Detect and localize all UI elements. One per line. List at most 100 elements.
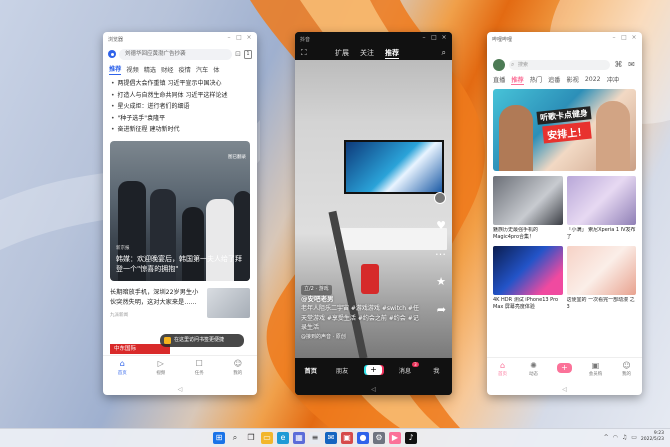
tab-count-icon[interactable]: 1 bbox=[244, 49, 252, 59]
tab-create[interactable]: + bbox=[358, 365, 389, 375]
bookmark-toast[interactable]: 在这里访问书签更便捷 bbox=[160, 334, 244, 347]
maximize-icon[interactable]: □ bbox=[431, 35, 437, 41]
chevron-up-icon[interactable]: ^ bbox=[604, 434, 609, 441]
game-icon[interactable]: ⌘ bbox=[614, 60, 623, 69]
mail-icon[interactable]: ✉ bbox=[627, 60, 636, 69]
tab-finance[interactable]: 财经 bbox=[161, 65, 173, 74]
news-app-window[interactable]: 浏览器 – □ × 刘德华回应黄渤广告抄袭 ⊡ 1 推荐 视频 精选 财经 疫情… bbox=[103, 32, 257, 395]
news-search-row: 刘德华回应黄渤广告抄袭 ⊡ 1 bbox=[103, 46, 257, 62]
bili-search-input[interactable]: 搜索 bbox=[509, 59, 610, 70]
bili-window-titlebar[interactable]: 哔哩哔哩 – □ × bbox=[487, 32, 642, 46]
battery-icon[interactable]: ▭ bbox=[631, 434, 637, 441]
back-nav-icon[interactable]: ◁ bbox=[295, 383, 452, 395]
tab-me[interactable]: ☺ 我的 bbox=[219, 356, 258, 381]
settings-icon[interactable]: ⚙ bbox=[373, 432, 385, 444]
tiktok-icon[interactable]: ♪ bbox=[405, 432, 417, 444]
tab-sports[interactable]: 体 bbox=[213, 65, 219, 74]
tab-friends[interactable]: 朋友 bbox=[326, 366, 357, 375]
video-card[interactable]: 这便宜的 一次看完一部动漫 之3 bbox=[566, 246, 636, 311]
bili-app-window[interactable]: 哔哩哔哩 – □ × 搜索 ⌘ ✉ 直播 推荐 热门 追番 影视 2022 冲冲… bbox=[487, 32, 642, 395]
start-menu-icon[interactable]: ⊞ bbox=[213, 432, 225, 444]
hero-news-card[interactable]: 图已翻录 新京报 韩媒：欢迎晚宴后，韩国第一夫人给了拜登一个"惊喜的拥抱" bbox=[110, 140, 250, 281]
back-nav-icon[interactable]: ◁ bbox=[103, 383, 257, 395]
tab-video[interactable]: 视频 bbox=[126, 65, 138, 74]
close-icon[interactable]: × bbox=[246, 35, 252, 41]
promo-banner[interactable]: 听歌卡点健身 安排上！ bbox=[493, 89, 636, 171]
tab-shop[interactable]: ▣ 会员购 bbox=[580, 358, 611, 381]
tab-auto[interactable]: 汽车 bbox=[196, 65, 208, 74]
tab-create[interactable]: + bbox=[549, 358, 580, 381]
news-app-icon[interactable]: ≡ bbox=[309, 432, 321, 444]
tab-rush[interactable]: 冲冲 bbox=[607, 75, 619, 84]
video-card[interactable]: 魅族历史最强手机的Magic4pro合集！ bbox=[493, 176, 563, 241]
tab-live[interactable]: 直播 bbox=[493, 75, 505, 84]
maximize-icon[interactable]: □ bbox=[621, 35, 627, 41]
video-card[interactable]: 「小满」 索尼Xperia 1 IV发布了 bbox=[566, 176, 636, 241]
tab-videos[interactable]: ▷ 视频 bbox=[142, 356, 181, 381]
list-item[interactable]: 奋进新征程 建功新时代 bbox=[111, 124, 249, 136]
system-clock[interactable]: 9:23 2022/5/23 bbox=[641, 431, 664, 443]
wifi-icon[interactable]: ◠ bbox=[613, 434, 618, 441]
news-search-input[interactable]: 刘德华回应黄渤广告抄袭 bbox=[119, 48, 233, 60]
tab-hot[interactable]: 热门 bbox=[530, 75, 542, 84]
comment-button[interactable]: … bbox=[435, 246, 446, 258]
minimize-icon[interactable]: – bbox=[226, 35, 232, 41]
browser-app-icon[interactable]: ● bbox=[357, 432, 369, 444]
video-app-window[interactable]: 抖音 – □ × ⛶ 扩展 关注 推荐 ⌕ ♥ … ★ ➦ 立/2 · 游戏 @… bbox=[295, 32, 452, 395]
tab-2022[interactable]: 2022 bbox=[585, 76, 601, 83]
author-name[interactable]: @安吧老男 bbox=[301, 295, 421, 305]
news-item[interactable]: 长期暗放手机，深圳22岁男生小伙突然失明，这对大家来是…… 九派新闻 bbox=[103, 281, 257, 321]
video-frame-tv bbox=[344, 140, 444, 194]
video-window-titlebar[interactable]: 抖音 – □ × bbox=[295, 32, 452, 46]
tab-home[interactable]: ⌂ 首页 bbox=[487, 358, 518, 381]
maximize-icon[interactable]: □ bbox=[236, 35, 242, 41]
tab-featured[interactable]: 精选 bbox=[144, 65, 156, 74]
search-icon[interactable]: ⌕ bbox=[442, 48, 446, 58]
mail-icon[interactable]: ✉ bbox=[325, 432, 337, 444]
tab-dynamic[interactable]: ✺ 动态 bbox=[518, 358, 549, 381]
scan-icon[interactable]: ⛶ bbox=[301, 48, 307, 58]
video-card[interactable]: 4K HDR 测试 iPhone13 Pro Max 屏幕亮度体验 bbox=[493, 246, 563, 311]
edge-browser-icon[interactable]: e bbox=[277, 432, 289, 444]
tab-recommend[interactable]: 推荐 bbox=[109, 64, 122, 75]
news-window-titlebar[interactable]: 浏览器 – □ × bbox=[103, 32, 257, 46]
file-explorer-icon[interactable]: ▭ bbox=[261, 432, 273, 444]
close-icon[interactable]: × bbox=[441, 35, 447, 41]
tab-home[interactable]: 首页 bbox=[295, 366, 326, 375]
bilibili-icon[interactable]: ▶ bbox=[389, 432, 401, 444]
tab-epidemic[interactable]: 疫情 bbox=[179, 65, 191, 74]
store-icon[interactable]: ▦ bbox=[293, 432, 305, 444]
share-button[interactable]: ➦ bbox=[437, 304, 446, 316]
avatar[interactable] bbox=[493, 58, 505, 71]
volume-icon[interactable]: ♫ bbox=[622, 434, 627, 441]
tab-movies[interactable]: 影视 bbox=[567, 75, 579, 84]
tab-tasks[interactable]: ☐ 任务 bbox=[180, 356, 219, 381]
location-tag[interactable]: 立/2 · 游戏 bbox=[301, 285, 332, 295]
tab-home[interactable]: ⌂ 首页 bbox=[103, 356, 142, 381]
tab-follow[interactable]: 关注 bbox=[360, 48, 374, 59]
list-item[interactable]: 两提倡大会作重镇 习近平宣示中国决心 bbox=[111, 78, 249, 90]
tab-me[interactable]: ☺ 我的 bbox=[611, 358, 642, 381]
list-item[interactable]: 星火成炬：迸行者们的细语 bbox=[111, 101, 249, 113]
tab-expand[interactable]: 扩展 bbox=[335, 48, 349, 59]
creator-avatar[interactable] bbox=[434, 192, 446, 204]
image-search-icon[interactable]: ⊡ bbox=[235, 50, 241, 58]
tab-messages[interactable]: 消息 3 bbox=[389, 361, 420, 375]
tab-recommend[interactable]: 推荐 bbox=[511, 75, 524, 85]
like-button[interactable]: ♥ bbox=[436, 220, 446, 232]
tab-recommend[interactable]: 推荐 bbox=[385, 48, 399, 59]
tab-anime[interactable]: 追番 bbox=[548, 75, 560, 84]
minimize-icon[interactable]: – bbox=[421, 35, 427, 41]
list-item[interactable]: 打造人与自然生命共同体 习近平这样论述 bbox=[111, 90, 249, 102]
photos-icon[interactable]: ▣ bbox=[341, 432, 353, 444]
music-label[interactable]: @接到的声音 · 原创 bbox=[301, 333, 421, 343]
search-icon[interactable]: ⌕ bbox=[229, 432, 241, 444]
back-nav-icon[interactable]: ◁ bbox=[487, 383, 642, 395]
minimize-icon[interactable]: – bbox=[611, 35, 617, 41]
task-view-icon[interactable]: ❐ bbox=[245, 432, 257, 444]
close-icon[interactable]: × bbox=[631, 35, 637, 41]
ad-banner[interactable]: 中东国际 bbox=[110, 344, 170, 354]
tab-me[interactable]: 我 bbox=[421, 366, 452, 375]
favorite-button[interactable]: ★ bbox=[436, 276, 446, 288]
list-item[interactable]: "种子选手"袁隆平 bbox=[111, 113, 249, 125]
